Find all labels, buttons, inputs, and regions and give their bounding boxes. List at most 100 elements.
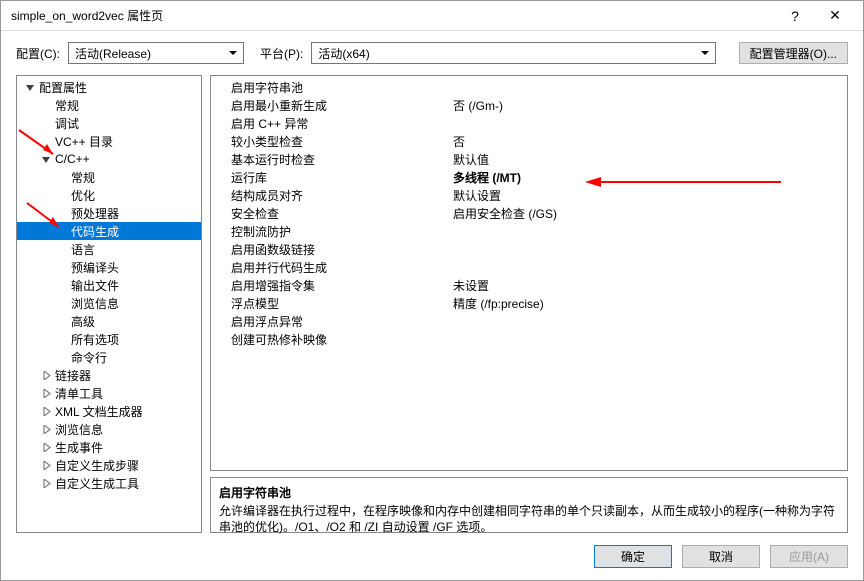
- tree-item-label: 输出文件: [71, 277, 119, 294]
- tree-item-label: 预编译头: [71, 259, 119, 276]
- property-row[interactable]: 运行库多线程 (/MT): [211, 168, 847, 186]
- property-row[interactable]: 启用浮点异常: [211, 312, 847, 330]
- property-value[interactable]: 启用安全检查 (/GS): [449, 205, 847, 222]
- expander-none: [55, 278, 69, 292]
- tree-item-label: 调试: [55, 115, 79, 132]
- close-button[interactable]: ✕: [815, 1, 855, 31]
- expander-none: [55, 224, 69, 238]
- tree-item[interactable]: 常规: [17, 96, 201, 114]
- property-value[interactable]: 默认值: [449, 151, 847, 168]
- tree-item-label: 常规: [55, 97, 79, 114]
- tree-item[interactable]: 优化: [17, 186, 201, 204]
- property-name: 启用浮点异常: [211, 313, 449, 330]
- tree-item-label: XML 文档生成器: [55, 403, 143, 420]
- tree-item-label: 浏览信息: [55, 421, 103, 438]
- property-row[interactable]: 启用最小重新生成否 (/Gm-): [211, 96, 847, 114]
- tree-item[interactable]: 语言: [17, 240, 201, 258]
- expander-closed-icon[interactable]: [39, 476, 53, 490]
- property-row[interactable]: 安全检查启用安全检查 (/GS): [211, 204, 847, 222]
- description-body: 允许编译器在执行过程中，在程序映像和内存中创建相同字符串的单个只读副本，从而生成…: [219, 503, 839, 535]
- tree-item-label: 所有选项: [71, 331, 119, 348]
- tree-item[interactable]: 代码生成: [17, 222, 201, 240]
- property-value[interactable]: 否 (/Gm-): [449, 97, 847, 114]
- tree-item[interactable]: 自定义生成步骤: [17, 456, 201, 474]
- expander-closed-icon[interactable]: [39, 458, 53, 472]
- config-manager-button[interactable]: 配置管理器(O)...: [739, 42, 848, 64]
- property-row[interactable]: 控制流防护: [211, 222, 847, 240]
- property-value[interactable]: 精度 (/fp:precise): [449, 295, 847, 312]
- expander-none: [55, 188, 69, 202]
- tree-item[interactable]: 链接器: [17, 366, 201, 384]
- tree-item[interactable]: 生成事件: [17, 438, 201, 456]
- property-row[interactable]: 较小类型检查否: [211, 132, 847, 150]
- tree-item[interactable]: 输出文件: [17, 276, 201, 294]
- tree-item-label: 链接器: [55, 367, 91, 384]
- property-name: 运行库: [211, 169, 449, 186]
- tree-item[interactable]: 清单工具: [17, 384, 201, 402]
- tree-item[interactable]: VC++ 目录: [17, 132, 201, 150]
- tree-item[interactable]: 高级: [17, 312, 201, 330]
- expander-none: [55, 314, 69, 328]
- tree-item[interactable]: 浏览信息: [17, 294, 201, 312]
- config-combobox[interactable]: 活动(Release): [68, 42, 244, 64]
- property-row[interactable]: 启用函数级链接: [211, 240, 847, 258]
- expander-closed-icon[interactable]: [39, 440, 53, 454]
- expander-open-icon[interactable]: [23, 80, 37, 94]
- platform-combobox[interactable]: 活动(x64): [311, 42, 716, 64]
- property-value[interactable]: 多线程 (/MT): [449, 169, 847, 186]
- property-name: 启用字符串池: [211, 79, 449, 96]
- properties-grid: 启用字符串池启用最小重新生成否 (/Gm-)启用 C++ 异常较小类型检查否基本…: [210, 75, 848, 471]
- property-name: 创建可热修补映像: [211, 331, 449, 348]
- tree-item[interactable]: 调试: [17, 114, 201, 132]
- tree-item-label: 浏览信息: [71, 295, 119, 312]
- property-name: 启用 C++ 异常: [211, 115, 449, 132]
- apply-button[interactable]: 应用(A): [770, 545, 848, 568]
- expander-none: [55, 206, 69, 220]
- property-name: 启用最小重新生成: [211, 97, 449, 114]
- expander-closed-icon[interactable]: [39, 368, 53, 382]
- tree-item-label: C/C++: [55, 152, 90, 166]
- help-button[interactable]: ?: [775, 1, 815, 31]
- property-row[interactable]: 启用增强指令集未设置: [211, 276, 847, 294]
- property-row[interactable]: 启用 C++ 异常: [211, 114, 847, 132]
- expander-open-icon[interactable]: [39, 152, 53, 166]
- expander-none: [39, 134, 53, 148]
- tree-item[interactable]: 预编译头: [17, 258, 201, 276]
- tree-item-label: 自定义生成步骤: [55, 457, 139, 474]
- tree-item-label: 语言: [71, 241, 95, 258]
- tree-item-label: 高级: [71, 313, 95, 330]
- property-name: 安全检查: [211, 205, 449, 222]
- expander-closed-icon[interactable]: [39, 422, 53, 436]
- tree-item[interactable]: 常规: [17, 168, 201, 186]
- tree-item-label: VC++ 目录: [55, 133, 113, 150]
- tree[interactable]: 配置属性常规调试VC++ 目录C/C++常规优化预处理器代码生成语言预编译头输出…: [17, 76, 201, 532]
- expander-closed-icon[interactable]: [39, 386, 53, 400]
- tree-item[interactable]: 命令行: [17, 348, 201, 366]
- tree-item[interactable]: XML 文档生成器: [17, 402, 201, 420]
- expander-closed-icon[interactable]: [39, 404, 53, 418]
- ok-button[interactable]: 确定: [594, 545, 672, 568]
- tree-item[interactable]: C/C++: [17, 150, 201, 168]
- property-name: 启用函数级链接: [211, 241, 449, 258]
- tree-item[interactable]: 配置属性: [17, 78, 201, 96]
- property-row[interactable]: 基本运行时检查默认值: [211, 150, 847, 168]
- property-value[interactable]: 否: [449, 133, 847, 150]
- property-row[interactable]: 结构成员对齐默认设置: [211, 186, 847, 204]
- tree-item[interactable]: 自定义生成工具: [17, 474, 201, 492]
- property-value[interactable]: 默认设置: [449, 187, 847, 204]
- tree-item[interactable]: 预处理器: [17, 204, 201, 222]
- tree-item-label: 命令行: [71, 349, 107, 366]
- tree-item-label: 自定义生成工具: [55, 475, 139, 492]
- properties-list[interactable]: 启用字符串池启用最小重新生成否 (/Gm-)启用 C++ 异常较小类型检查否基本…: [211, 76, 847, 470]
- property-row[interactable]: 启用并行代码生成: [211, 258, 847, 276]
- property-row[interactable]: 启用字符串池: [211, 78, 847, 96]
- footer: 确定 取消 应用(A): [1, 533, 863, 580]
- tree-item[interactable]: 所有选项: [17, 330, 201, 348]
- property-value[interactable]: 未设置: [449, 277, 847, 294]
- property-row[interactable]: 浮点模型精度 (/fp:precise): [211, 294, 847, 312]
- property-row[interactable]: 创建可热修补映像: [211, 330, 847, 348]
- tree-item-label: 代码生成: [71, 223, 119, 240]
- cancel-button[interactable]: 取消: [682, 545, 760, 568]
- tree-item-label: 优化: [71, 187, 95, 204]
- tree-item[interactable]: 浏览信息: [17, 420, 201, 438]
